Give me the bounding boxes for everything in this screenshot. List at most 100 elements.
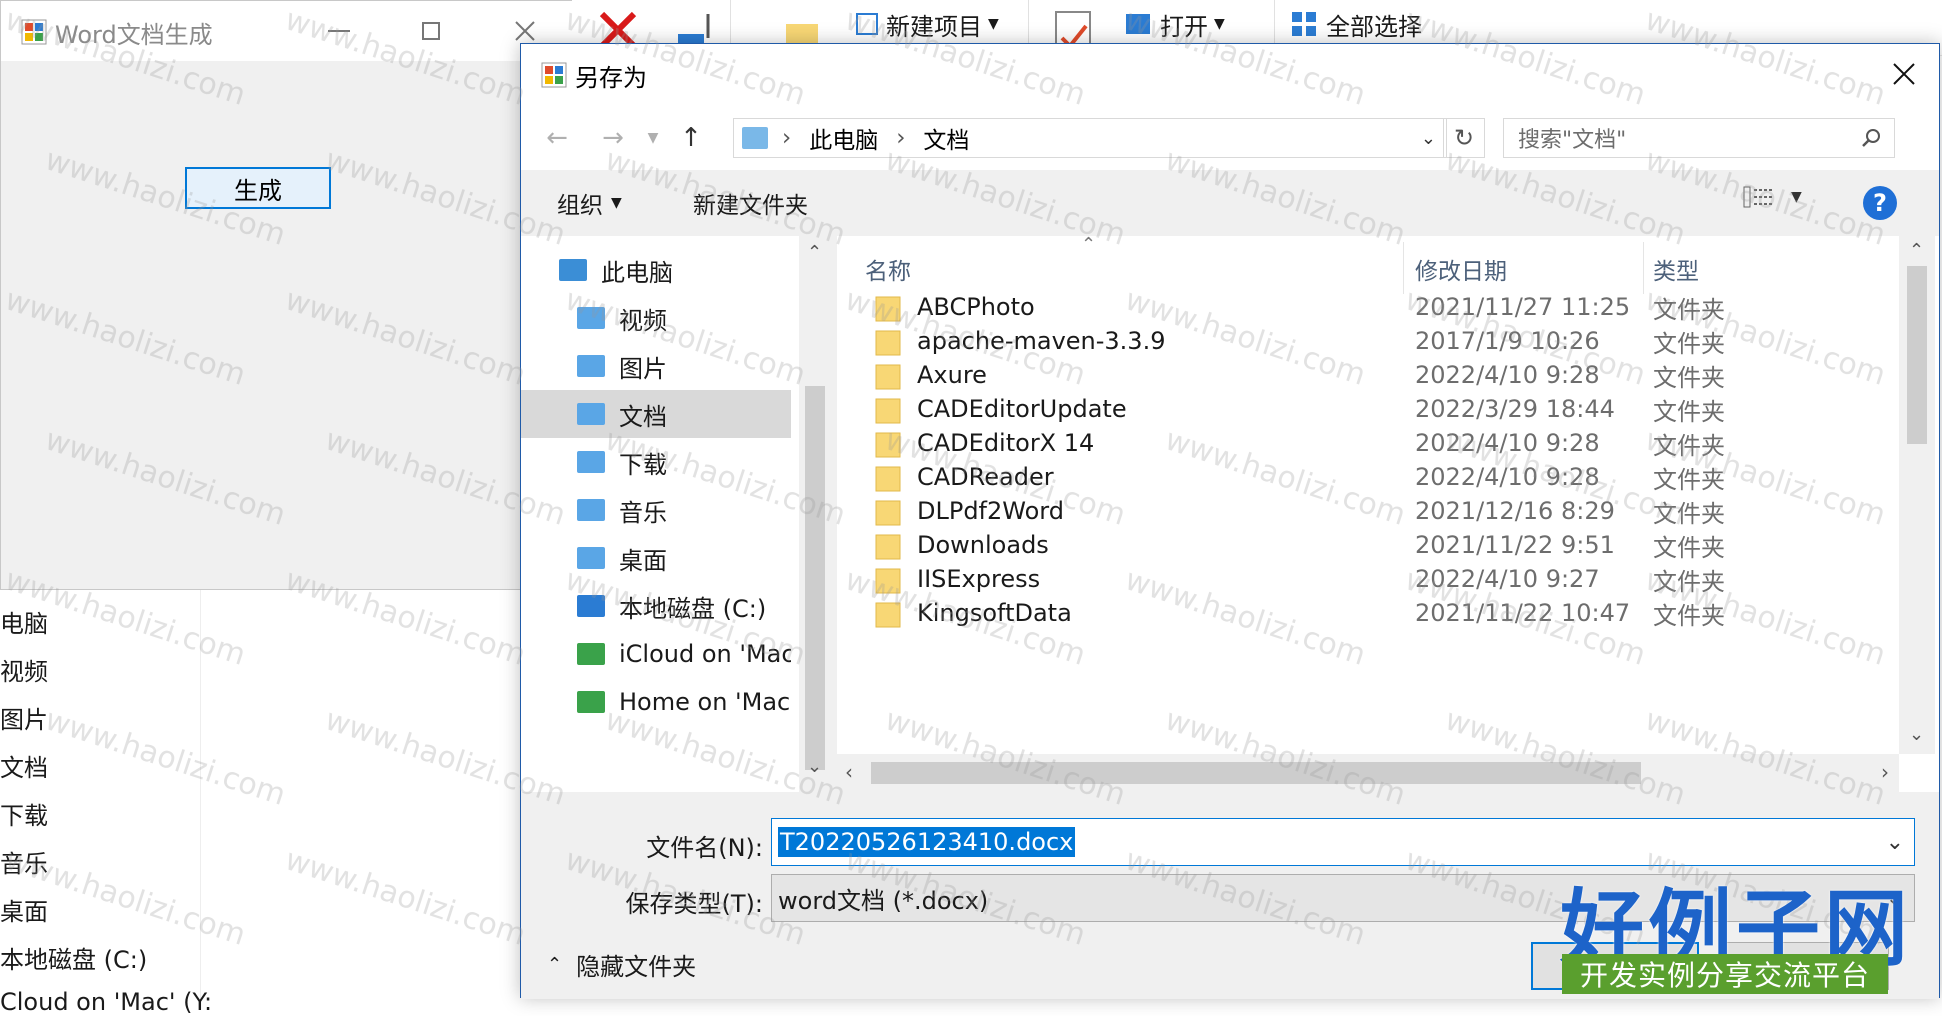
sort-indicator-icon: ⌃ xyxy=(1081,236,1097,255)
tree-item[interactable]: 文档 xyxy=(521,390,791,438)
forward-button[interactable]: → xyxy=(593,118,633,158)
save-button[interactable]: 保存(S) xyxy=(1531,942,1699,990)
new-item-label: 新建项目 xyxy=(886,12,982,41)
nav-item-pictures[interactable]: 图片 xyxy=(0,700,48,735)
close-icon xyxy=(515,21,535,41)
file-type: 文件夹 xyxy=(1653,601,1725,630)
network-drive-icon xyxy=(577,643,605,665)
close-icon xyxy=(1893,63,1915,85)
generate-button[interactable]: 生成 xyxy=(185,167,331,209)
tree-item[interactable]: 视频 xyxy=(521,294,791,342)
nav-item-icloud[interactable]: Cloud on 'Mac' (Y: xyxy=(0,988,212,1016)
help-button[interactable]: ? xyxy=(1863,186,1897,220)
new-item-icon xyxy=(856,13,878,35)
hide-folders-toggle[interactable]: ⌃ 隐藏文件夹 xyxy=(547,944,696,984)
nav-item-documents[interactable]: 文档 xyxy=(0,748,48,783)
folder-tree: 此电脑视频图片文档下载音乐桌面本地磁盘 (C:) iCloud on 'Mac Ho… xyxy=(521,236,811,792)
address-bar[interactable]: › 此电脑 › 文档 ⌄ xyxy=(733,118,1447,158)
scroll-left-icon: ‹ xyxy=(845,760,853,784)
refresh-button[interactable]: ↻ xyxy=(1443,118,1485,158)
command-bar: 组织 ▼ 新建文件夹 ▼ ? xyxy=(521,170,1939,236)
save-form: 文件名(N): T20220526123410.docx ⌄ 保存类型(T): … xyxy=(521,792,1939,999)
network-drive-icon xyxy=(577,691,605,713)
tree-item-label: 图片 xyxy=(619,354,667,383)
cancel-button[interactable]: 取消 xyxy=(1721,942,1889,990)
new-folder-button[interactable]: 新建文件夹 xyxy=(693,186,808,220)
up-button[interactable]: ↑ xyxy=(671,118,711,158)
file-name: KingsoftData xyxy=(917,599,1072,627)
folder-icon xyxy=(875,464,901,492)
tree-item-label: Home on 'Mac xyxy=(619,688,791,716)
tree-item[interactable]: 此电脑 xyxy=(521,246,791,294)
nav-item-downloads[interactable]: 下载 xyxy=(0,796,48,831)
dialog-close-button[interactable] xyxy=(1869,44,1939,104)
open-icon xyxy=(1126,14,1150,34)
maximize-button[interactable] xyxy=(401,11,461,51)
tree-scrollbar[interactable]: ⌃ ⌄ xyxy=(799,236,829,792)
nav-item-music[interactable]: 音乐 xyxy=(0,844,48,879)
file-row[interactable]: KingsoftData 2021/11/22 10:47 文件夹 xyxy=(837,592,1897,634)
scroll-down-icon: ⌄ xyxy=(807,756,823,777)
search-input[interactable]: 搜索"文档" xyxy=(1503,118,1895,158)
tree-item-label: 本地磁盘 (C:) xyxy=(619,594,767,623)
chevron-down-icon[interactable]: ⌄ xyxy=(1421,128,1436,149)
filename-value: T20220526123410.docx xyxy=(778,827,1076,857)
filetype-select[interactable]: word文档 (*.docx) ⌄ xyxy=(771,874,1915,922)
watermark-text: www.haolizi.com xyxy=(280,842,530,953)
local-disk-icon xyxy=(577,595,605,617)
word-generator-window: Word文档生成 生成 xyxy=(0,0,573,590)
tree-item[interactable]: 下载 xyxy=(521,438,791,486)
new-item-button[interactable]: 新建项目 ▼ xyxy=(856,6,999,42)
list-horizontal-scrollbar[interactable]: ‹ › xyxy=(837,754,1899,792)
open-button[interactable]: 打开 ▼ xyxy=(1126,6,1225,42)
list-vertical-scrollbar[interactable]: ⌃ ⌄ xyxy=(1899,236,1935,754)
list-hscroll-thumb[interactable] xyxy=(871,762,1641,784)
nav-item-local-disk[interactable]: 本地磁盘 (C:) xyxy=(0,940,147,975)
tree-item-label: 下载 xyxy=(619,450,667,479)
dialog-title: 另存为 xyxy=(575,64,647,92)
folder-icon xyxy=(875,328,901,356)
explorer-nav-pane: 电脑 视频 图片 文档 下载 音乐 桌面 本地磁盘 (C:) Cloud on … xyxy=(0,590,212,1016)
scroll-down-icon: ⌄ xyxy=(1909,724,1925,745)
breadcrumb-this-pc[interactable]: 此电脑 xyxy=(809,121,878,155)
select-all-icon xyxy=(1292,12,1316,36)
view-options-button[interactable]: ▼ xyxy=(1743,186,1802,208)
recent-locations-button[interactable]: ▼ xyxy=(641,118,665,158)
filename-input[interactable]: T20220526123410.docx ⌄ xyxy=(771,818,1915,866)
tree-item-label: 文档 xyxy=(619,402,667,431)
tree-item[interactable]: Home on 'Mac xyxy=(521,678,791,726)
breadcrumb-documents[interactable]: 文档 xyxy=(923,121,969,155)
nav-item-desktop[interactable]: 桌面 xyxy=(0,892,48,927)
tree-item[interactable]: 本地磁盘 (C:) xyxy=(521,582,791,630)
chevron-up-icon: ⌃ xyxy=(547,953,563,975)
folder-icon xyxy=(875,566,901,594)
nav-item-computer[interactable]: 电脑 xyxy=(0,604,48,639)
minimize-icon xyxy=(328,30,350,32)
tree-scroll-thumb[interactable] xyxy=(805,386,825,770)
chevron-down-icon[interactable]: ⌄ xyxy=(1886,819,1904,865)
organize-button[interactable]: 组织 ▼ xyxy=(557,186,622,220)
tree-item-label: 桌面 xyxy=(619,546,667,575)
scroll-right-icon: › xyxy=(1881,760,1889,784)
app-title-bar: Word文档生成 xyxy=(1,1,573,61)
tree-item[interactable]: 图片 xyxy=(521,342,791,390)
details-view-icon xyxy=(1743,186,1772,208)
minimize-button[interactable] xyxy=(309,11,369,51)
list-scroll-thumb[interactable] xyxy=(1907,266,1927,444)
document-folder-icon xyxy=(577,403,605,425)
help-icon: ? xyxy=(1873,189,1887,217)
folder-icon xyxy=(875,362,901,390)
nav-item-videos[interactable]: 视频 xyxy=(0,652,48,687)
back-button[interactable]: ← xyxy=(537,118,577,158)
select-all-button[interactable]: 全部选择 xyxy=(1292,6,1422,42)
folder-icon xyxy=(875,498,901,526)
open-label: 打开 xyxy=(1160,12,1208,41)
tree-item[interactable]: iCloud on 'Mac xyxy=(521,630,791,678)
tree-item[interactable]: 音乐 xyxy=(521,486,791,534)
arrow-up-icon: ↑ xyxy=(680,123,702,153)
search-placeholder: 搜索"文档" xyxy=(1518,128,1627,153)
tree-item[interactable]: 桌面 xyxy=(521,534,791,582)
filetype-label: 保存类型(T): xyxy=(625,890,763,918)
chevron-down-icon: ▼ xyxy=(1214,16,1225,32)
tree-item-label: 此电脑 xyxy=(601,258,673,287)
